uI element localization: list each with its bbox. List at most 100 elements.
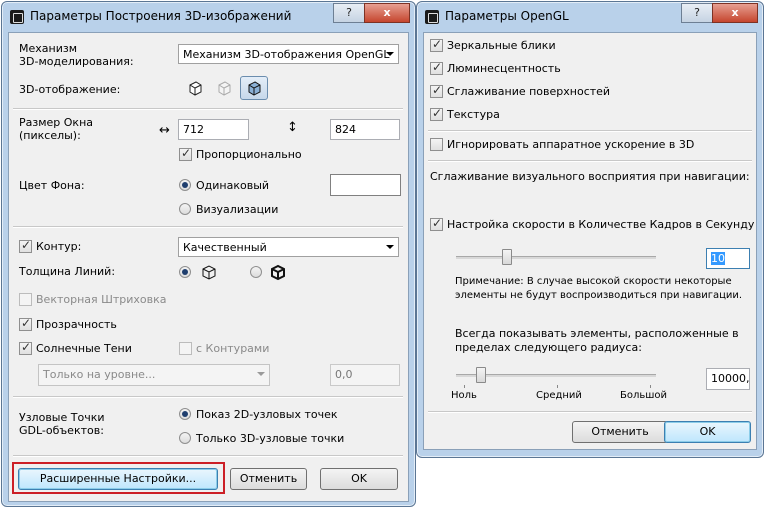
left-cancel-button[interactable]: Отменить <box>230 468 307 490</box>
separator <box>13 108 403 110</box>
slider-min-label: Ноль <box>451 390 477 401</box>
opengl-settings-dialog: Параметры OpenGL ? x Зеркальные блики Лю… <box>416 1 764 458</box>
texture-label: Текстура <box>447 108 500 121</box>
fps-value: 10 <box>711 252 725 265</box>
bg-color-label: Цвет Фона: <box>19 179 85 192</box>
right-titlebar[interactable]: Параметры OpenGL ? x <box>417 2 763 30</box>
engine-label: Механизм 3D-моделирования: <box>19 42 134 68</box>
left-ok-button[interactable]: OK <box>320 468 398 490</box>
only-3d-nodes-label: Только 3D-узловые точки <box>196 432 345 445</box>
wireframe-mode-toggle[interactable] <box>240 76 268 100</box>
specular-checkbox[interactable] <box>430 37 443 52</box>
left-help-button[interactable]: ? <box>333 3 365 23</box>
fps-label: Настройка скорости в Количестве Кадров в… <box>447 218 755 231</box>
slider-mid-label: Средний <box>536 390 582 401</box>
line-thick-radio[interactable] <box>250 266 262 278</box>
bg-render-radio[interactable] <box>179 203 191 215</box>
thick-line-cube-icon <box>271 264 285 281</box>
sun-shadows-checkbox[interactable] <box>19 340 32 355</box>
render-settings-dialog: Параметры Построения 3D-изображений ? x … <box>1 1 416 507</box>
right-help-button[interactable]: ? <box>681 3 713 23</box>
height-input[interactable]: 824 <box>330 119 400 140</box>
smoothing-label: Сглаживание поверхностей <box>447 85 611 98</box>
nav-smoothing-label: Сглаживание визуального восприятия при н… <box>430 170 750 183</box>
app-icon <box>425 10 439 24</box>
contour-value: Качественный <box>183 241 267 254</box>
luminescence-checkbox[interactable] <box>430 60 443 75</box>
show-2d-nodes-radio[interactable] <box>179 408 191 420</box>
left-titlebar[interactable]: Параметры Построения 3D-изображений ? x <box>2 2 415 30</box>
smoothing-checkbox[interactable] <box>430 83 443 98</box>
chevron-down-icon <box>386 245 394 249</box>
slider-tick <box>650 385 651 388</box>
level-input[interactable]: 0,0 <box>330 364 400 386</box>
engine-value: Механизм 3D-отображения OpenGL <box>183 48 390 61</box>
chevron-down-icon <box>386 52 394 56</box>
left-close-button[interactable]: x <box>364 3 410 23</box>
window-size-label: Размер Окна (пикселы): <box>19 116 94 142</box>
separator <box>13 226 403 228</box>
bg-color-swatch[interactable] <box>330 174 401 196</box>
advanced-settings-button[interactable]: Расширенные Настройки... <box>18 468 218 490</box>
right-cancel-button[interactable]: Отменить <box>572 421 668 443</box>
line-thin-radio[interactable] <box>179 266 191 278</box>
slider-tick <box>557 385 558 388</box>
level-select[interactable]: Только на уровне... <box>38 364 270 386</box>
chevron-down-icon <box>257 372 265 376</box>
ignore-hw-checkbox[interactable] <box>430 138 443 151</box>
ignore-hw-label: Игнорировать аппаратное ускорение в 3D <box>447 138 695 151</box>
width-input[interactable]: 712 <box>178 119 249 140</box>
line-weight-label: Толщина Линий: <box>19 265 116 278</box>
vector-hatching-checkbox[interactable] <box>19 293 32 306</box>
slider-max-label: Большой <box>620 390 668 401</box>
right-close-button[interactable]: x <box>712 3 758 23</box>
level-select-value: Только на уровне... <box>43 368 156 381</box>
show-2d-nodes-label: Показ 2D-узловых точек <box>196 408 338 421</box>
app-icon <box>10 10 24 24</box>
contour-checkbox[interactable] <box>19 238 32 253</box>
with-contours-label: с Контурами <box>196 342 270 355</box>
vector-hatching-label: Векторная Штриховка <box>36 293 167 306</box>
radius-slider-thumb[interactable] <box>476 367 486 383</box>
fps-slider-track[interactable] <box>456 256 656 259</box>
proportional-label: Пропорционально <box>196 148 302 161</box>
sun-shadows-label: Солнечные Тени <box>36 342 132 355</box>
separator <box>13 396 403 398</box>
transparency-checkbox[interactable] <box>19 316 32 331</box>
note-text-line-2: элементы не будут воспроизводиться при н… <box>455 290 743 301</box>
right-dialog-title: Параметры OpenGL <box>445 9 569 23</box>
transparency-label: Прозрачность <box>36 318 117 331</box>
bg-same-label: Одинаковый <box>196 179 270 192</box>
radius-label-line-1: Всегда показывать элементы, расположенны… <box>455 327 739 340</box>
fps-checkbox[interactable] <box>430 216 443 231</box>
fps-input[interactable]: 10 <box>706 248 750 269</box>
separator <box>13 455 403 457</box>
radius-label-line-2: пределах следующего радиуса: <box>455 341 642 354</box>
bg-same-radio[interactable] <box>179 179 191 191</box>
right-ok-button[interactable]: OK <box>664 421 751 443</box>
right-client-area: Зеркальные блики Люминесцентность Сглажи… <box>423 32 757 450</box>
radius-input[interactable]: 10000,0 <box>706 368 750 390</box>
slider-tick <box>464 385 465 388</box>
contour-select[interactable]: Качественный <box>178 237 399 257</box>
engine-select[interactable]: Механизм 3D-отображения OpenGL <box>178 44 399 64</box>
texture-checkbox[interactable] <box>430 106 443 121</box>
display-label: 3D-отображение: <box>19 83 121 96</box>
hidden-line-mode-icon[interactable] <box>215 79 233 97</box>
shaded-mode-icon[interactable] <box>186 79 204 97</box>
contour-label: Контур: <box>36 240 82 253</box>
vertical-resize-icon: ↕ <box>287 120 298 135</box>
only-3d-nodes-radio[interactable] <box>179 432 191 444</box>
note-text-line-1: Примечание: В случае высокой скорости не… <box>455 276 732 287</box>
gdl-nodes-label: Узловые Точки GDL-объектов: <box>19 411 105 437</box>
left-client-area: Механизм 3D-моделирования: Механизм 3D-о… <box>8 32 409 502</box>
proportional-checkbox[interactable] <box>179 146 192 161</box>
horizontal-resize-icon: ↔ <box>159 123 170 138</box>
fps-slider-thumb[interactable] <box>502 249 512 265</box>
separator <box>428 160 752 162</box>
with-contours-checkbox[interactable] <box>179 342 192 355</box>
luminescence-label: Люминесцентность <box>447 62 561 75</box>
bg-render-label: Визуализации <box>196 203 279 216</box>
thin-line-cube-icon <box>202 265 216 280</box>
radius-slider-track[interactable] <box>456 374 656 377</box>
